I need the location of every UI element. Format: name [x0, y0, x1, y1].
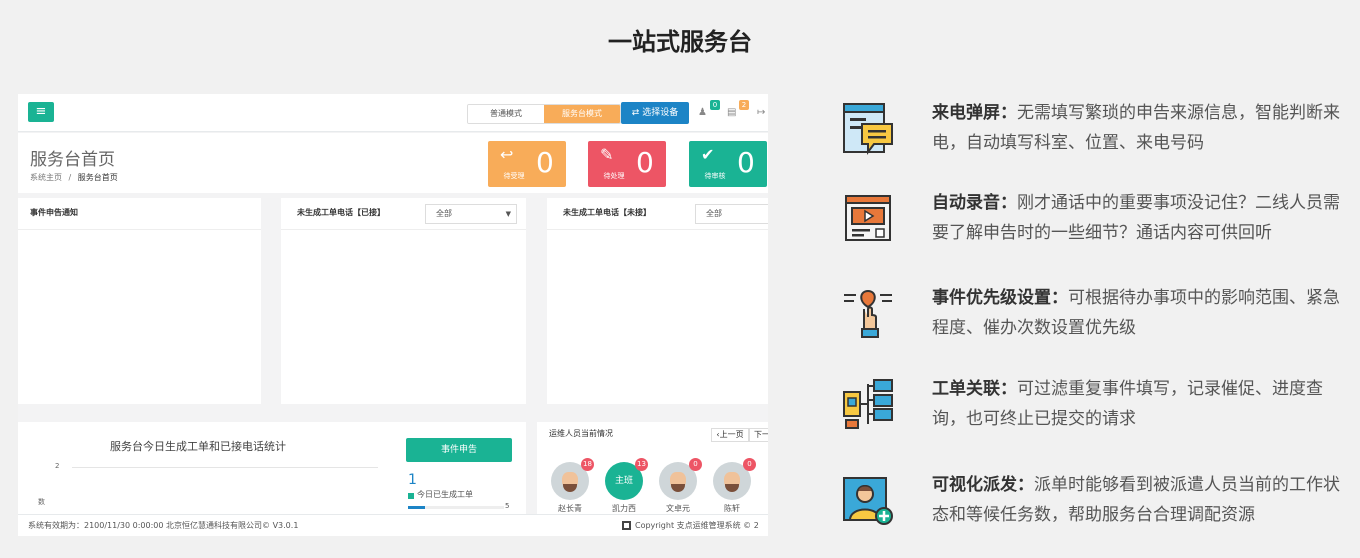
footer: 系统有效期为：2100/11/30 0:00:00 北京恒亿慧通科技有限公司© …	[18, 514, 768, 536]
event-notice-card: 事件申告通知	[18, 198, 261, 404]
staff-name: 文卓元	[666, 504, 690, 513]
beard	[725, 484, 739, 492]
menu-icon[interactable]: ≡	[28, 102, 54, 122]
feature-title: 事件优先级设置：	[932, 288, 1068, 308]
stat-value: 0	[636, 146, 654, 179]
y-tick: 2	[55, 462, 60, 470]
filter-value: 全部	[706, 209, 722, 218]
answered-calls-card: 未生成工单电话【已接】 全部 ▼	[281, 198, 526, 404]
stat-pending-accept[interactable]: ↩ 待受理 0	[488, 141, 566, 187]
logout-icon[interactable]: ↦	[757, 107, 765, 118]
staff-avatar[interactable]: 18	[551, 458, 594, 500]
feature-title: 来电弹屏：	[932, 103, 1017, 123]
reply-icon: ↩	[500, 145, 514, 164]
event-notice-title: 事件申告通知	[18, 198, 261, 230]
breadcrumb-home[interactable]: 系统主页	[30, 173, 62, 182]
footer-validity: 系统有效期为：2100/11/30 0:00:00 北京恒亿慧通科技有限公司© …	[28, 521, 299, 530]
list-icon[interactable]: ▤	[727, 107, 736, 118]
select-device-button[interactable]: ⇄ 选择设备	[621, 102, 689, 124]
popup-screen-icon	[843, 103, 893, 155]
service-desk-screenshot: ≡ 普通模式 服务台模式 ⇄ 选择设备 ♟ 0 ▤ 2 ↦ 服务台首页 系统主页…	[18, 94, 768, 536]
event-report-button[interactable]: 事件申告	[406, 438, 512, 462]
page-title: 一站式服务台	[608, 28, 752, 56]
stat-label: 待受理	[503, 172, 525, 180]
bell-badge: 0	[710, 100, 720, 110]
wrench-icon: ✎	[600, 145, 614, 164]
beard	[563, 484, 577, 492]
desk-home-title: 服务台首页	[30, 150, 115, 170]
staff-avatar[interactable]: 0	[659, 458, 702, 500]
stats-chart-card: 服务台今日生成工单和已接电话统计 2 数 事件申告 1 今日已生成工单 5	[18, 422, 526, 514]
chevron-down-icon: ▼	[505, 210, 511, 218]
feature-title: 自动录音：	[932, 193, 1017, 213]
qr-icon	[622, 521, 631, 530]
breadcrumb-current: 服务台首页	[77, 173, 118, 182]
on-duty-label: 主班	[614, 476, 633, 486]
today-orders-label: 今日已生成工单	[417, 490, 473, 499]
staff-name: 凯力西	[612, 504, 636, 513]
staff-status-card: 运维人员当前情况 ‹上一页 下一 18 主班 13 0 0 赵长青 凯力西 文卓元…	[537, 422, 768, 514]
stat-label: 待处理	[603, 172, 625, 180]
beard	[671, 484, 685, 492]
breadcrumb-separator: /	[68, 173, 72, 182]
staff-name: 陈轩	[724, 504, 740, 513]
mode-switch: 普通模式 服务台模式	[467, 104, 621, 124]
grid-line	[72, 467, 378, 468]
feature-title: 工单关联：	[932, 379, 1017, 399]
progress-fill	[408, 506, 426, 509]
next-page-button[interactable]: 下一	[749, 428, 768, 442]
stat-pending-process[interactable]: ✎ 待处理 0	[588, 141, 666, 187]
stat-value: 0	[536, 146, 554, 179]
missed-filter-select[interactable]: 全部	[695, 204, 768, 224]
y-axis-label: 数	[38, 498, 45, 506]
filter-value: 全部	[436, 209, 452, 218]
task-count-badge: 0	[689, 458, 702, 471]
staff-avatar-on-duty[interactable]: 主班 13	[605, 458, 648, 500]
stat-label: 待审核	[704, 172, 726, 180]
list-badge: 2	[739, 100, 749, 110]
bell-icon[interactable]: ♟	[698, 107, 707, 118]
staff-avatar[interactable]: 0	[713, 458, 756, 500]
today-extra-value: 5	[505, 502, 510, 510]
answered-filter-select[interactable]: 全部 ▼	[425, 204, 517, 224]
task-count-badge: 0	[743, 458, 756, 471]
progress-track	[408, 506, 504, 509]
dispatch-person-icon	[843, 477, 893, 525]
stat-value: 0	[737, 146, 755, 179]
task-count-badge: 13	[635, 458, 648, 471]
staff-name: 赵长青	[558, 504, 582, 513]
footer-copyright: Copyright 支点运维管理系统 © 2	[635, 521, 759, 530]
staff-names: 赵长青 凯力西 文卓元 陈轩	[549, 503, 753, 514]
service-desk-mode-button[interactable]: 服务台模式	[544, 105, 620, 123]
feature-title: 可视化派发：	[932, 475, 1034, 495]
check-icon: ✔	[701, 145, 715, 164]
video-record-icon	[845, 195, 891, 241]
today-orders-count: 1	[408, 472, 417, 488]
stat-pending-review[interactable]: ✔ 待审核 0	[689, 141, 767, 187]
missed-calls-card: 未生成工单电话【未接】 全部	[547, 198, 768, 404]
breadcrumb: 系统主页 / 服务台首页	[30, 172, 118, 183]
prev-page-button[interactable]: ‹上一页	[711, 428, 749, 442]
priority-hand-icon	[844, 289, 892, 338]
legend-swatch	[408, 493, 414, 499]
normal-mode-button[interactable]: 普通模式	[468, 105, 544, 123]
chart-title: 服务台今日生成工单和已接电话统计	[110, 440, 286, 453]
task-count-badge: 18	[581, 458, 594, 471]
top-bar: ≡ 普通模式 服务台模式 ⇄ 选择设备 ♟ 0 ▤ 2 ↦	[18, 94, 768, 132]
work-order-link-icon	[843, 379, 893, 429]
